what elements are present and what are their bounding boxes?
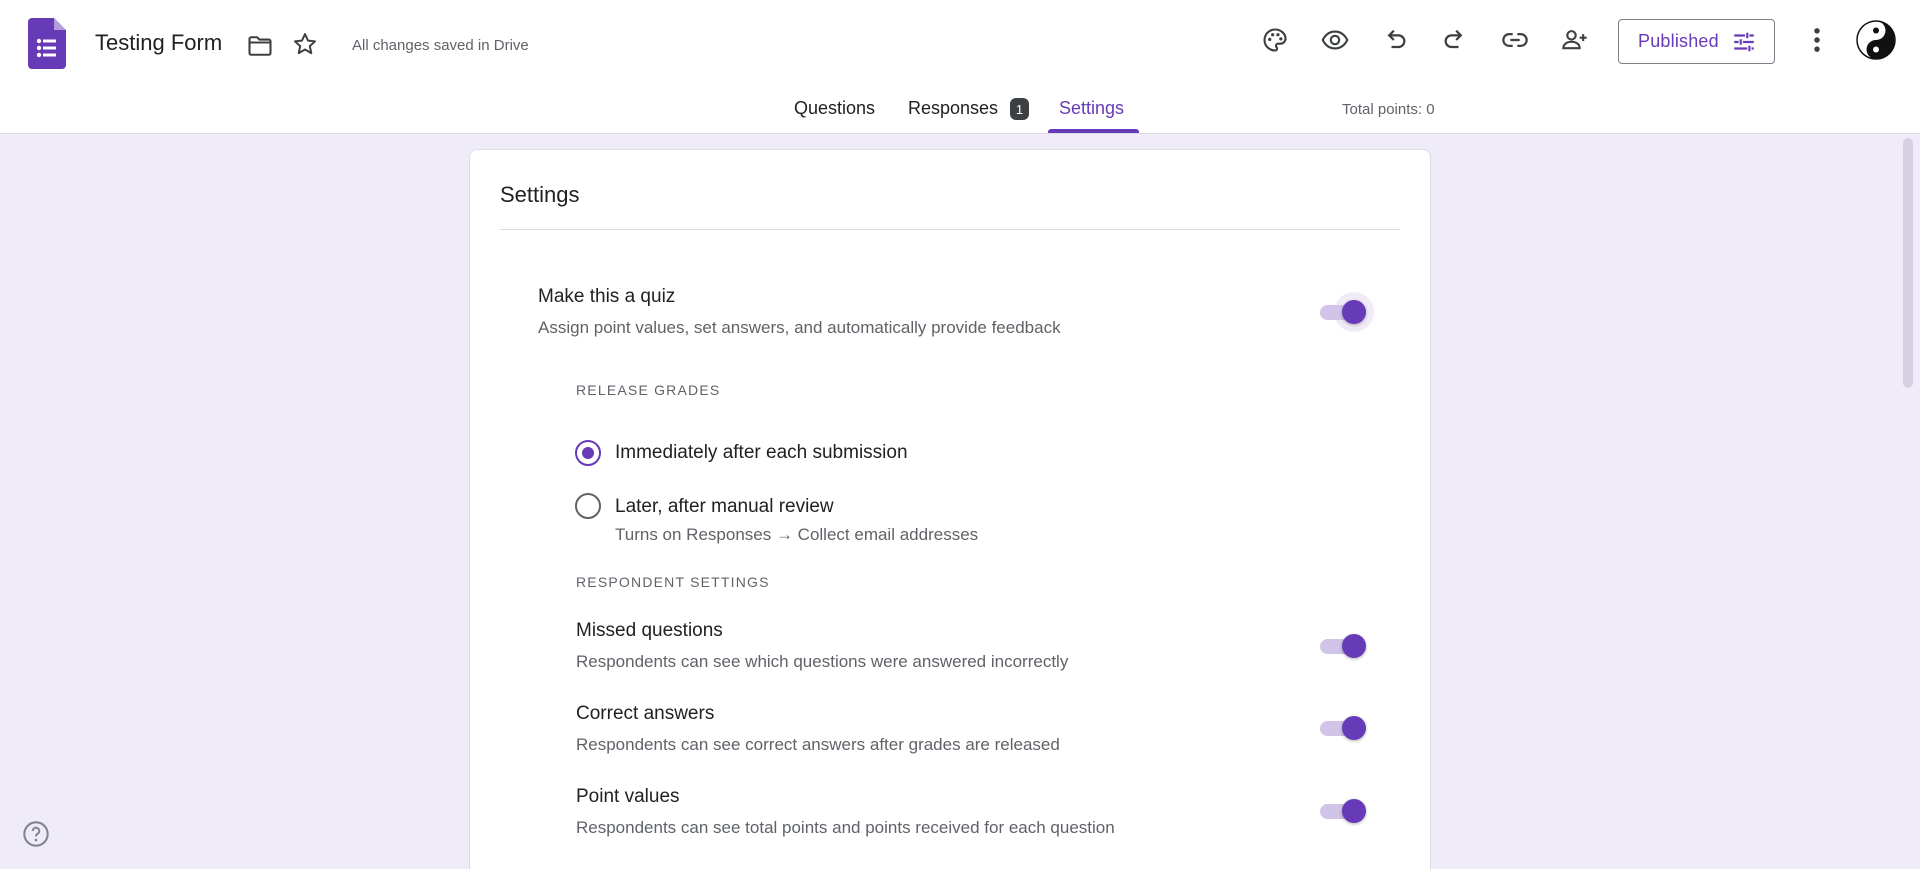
quiz-toggle[interactable]	[1316, 292, 1374, 332]
tab-settings[interactable]: Settings	[1059, 98, 1124, 119]
toggle-thumb	[1342, 716, 1366, 740]
link-icon[interactable]	[1499, 24, 1531, 56]
undo-icon[interactable]	[1379, 24, 1411, 56]
page-scrollbar[interactable]	[1903, 138, 1913, 388]
published-button[interactable]: Published	[1618, 19, 1775, 64]
release-grades-label: RELEASE GRADES	[576, 382, 721, 398]
responses-count-badge: 1	[1010, 98, 1029, 120]
settings-title: Settings	[500, 182, 580, 207]
quiz-title: Make this a quiz	[538, 286, 676, 307]
divider	[500, 229, 1400, 230]
folder-icon[interactable]	[246, 32, 274, 60]
radio-later-sublabel: Turns on Responses → Collect email addre…	[615, 525, 979, 544]
add-collaborator-icon[interactable]	[1559, 24, 1591, 56]
google-forms-logo-icon[interactable]	[28, 18, 66, 69]
correct-answers-subtitle: Respondents can see correct answers afte…	[576, 735, 1060, 754]
account-avatar[interactable]	[1856, 20, 1896, 60]
star-icon[interactable]	[291, 30, 319, 58]
redo-icon[interactable]	[1439, 24, 1471, 56]
toggle-thumb	[1342, 799, 1366, 823]
point-values-subtitle: Respondents can see total points and poi…	[576, 818, 1115, 837]
preview-eye-icon[interactable]	[1319, 24, 1351, 56]
published-button-label: Published	[1638, 31, 1719, 51]
save-status-text[interactable]: All changes saved in Drive	[352, 37, 529, 54]
toggle-thumb	[1342, 300, 1366, 324]
form-title[interactable]: Testing Form	[95, 30, 222, 56]
point-values-toggle[interactable]	[1316, 791, 1366, 831]
radio-immediately-label[interactable]: Immediately after each submission	[615, 442, 908, 464]
top-app-bar: Testing Form All changes saved in Drive …	[0, 0, 1920, 134]
palette-icon[interactable]	[1259, 24, 1291, 56]
missed-questions-title: Missed questions	[576, 620, 723, 641]
total-points-text: Total points: 0	[1342, 101, 1435, 118]
active-tab-indicator	[1048, 129, 1139, 133]
tab-questions[interactable]: Questions	[794, 98, 875, 119]
more-vert-icon[interactable]	[1803, 24, 1831, 56]
radio-later[interactable]	[575, 493, 601, 519]
tune-icon	[1734, 32, 1754, 52]
tab-responses[interactable]: Responses	[908, 98, 998, 119]
correct-answers-toggle[interactable]	[1316, 708, 1366, 748]
radio-later-label[interactable]: Later, after manual review	[615, 496, 834, 518]
point-values-title: Point values	[576, 786, 680, 807]
help-icon[interactable]	[22, 820, 50, 848]
correct-answers-title: Correct answers	[576, 703, 715, 724]
missed-questions-subtitle: Respondents can see which questions were…	[576, 652, 1069, 671]
respondent-settings-label: RESPONDENT SETTINGS	[576, 574, 770, 590]
radio-immediately[interactable]	[575, 440, 601, 466]
toggle-thumb	[1342, 634, 1366, 658]
quiz-subtitle: Assign point values, set answers, and au…	[538, 318, 1061, 337]
missed-questions-toggle[interactable]	[1316, 626, 1366, 666]
settings-card: Settings Make this a quiz Assign point v…	[469, 149, 1431, 869]
